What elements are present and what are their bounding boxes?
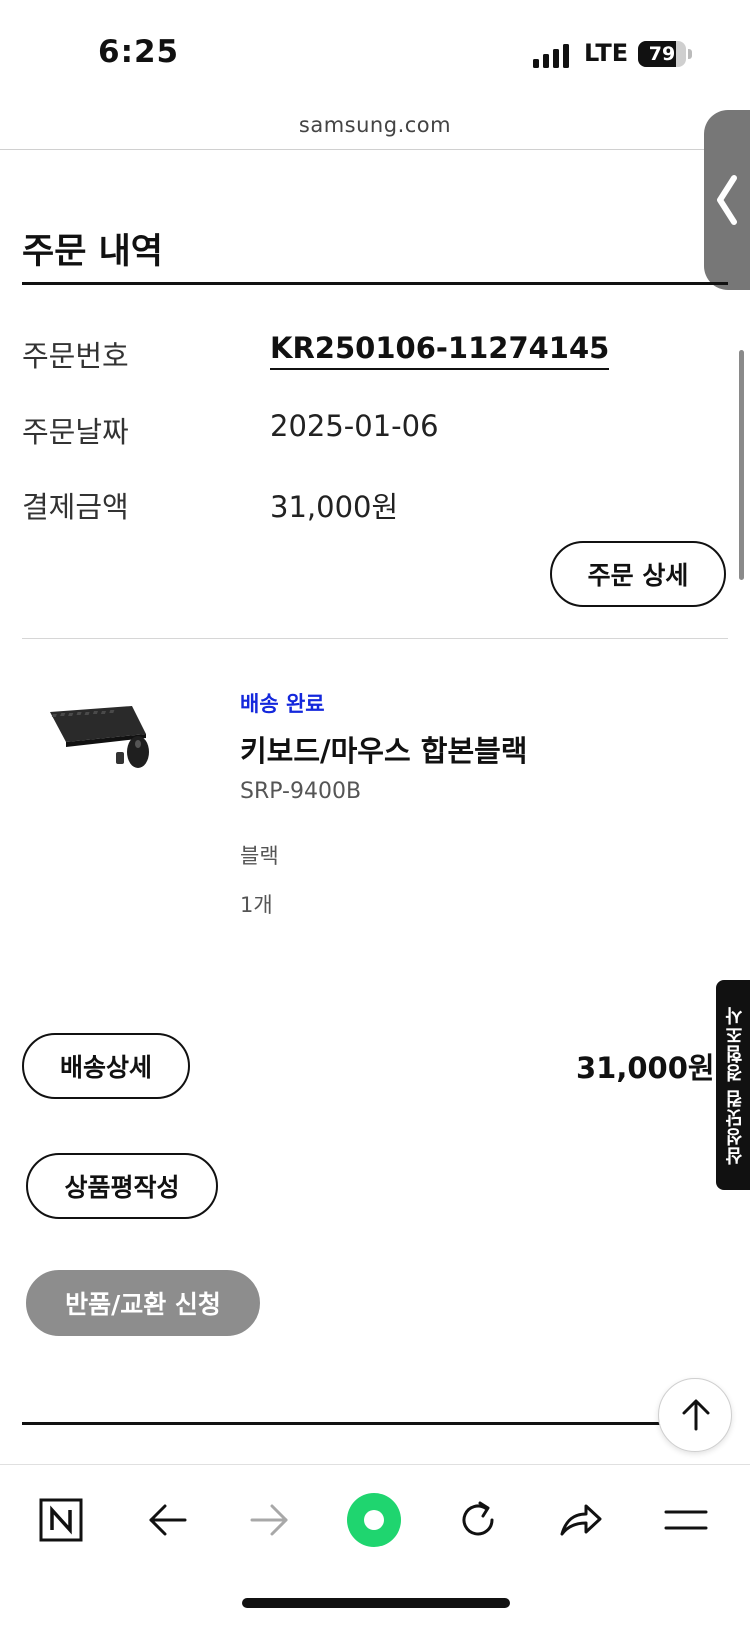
naver-home-button[interactable] [31, 1490, 91, 1550]
network-type: LTE [584, 39, 629, 67]
product-quantity: 1개 [240, 893, 273, 917]
refresh-button[interactable] [448, 1490, 508, 1550]
battery-nub [688, 49, 692, 59]
section-divider [22, 638, 728, 639]
green-dot-icon [347, 1493, 401, 1547]
naver-icon [39, 1498, 83, 1542]
menu-button[interactable] [656, 1490, 716, 1550]
page: 6:25 LTE 79 samsung.com 주문 내역 주문번호 KR250… [0, 0, 750, 1626]
order-date-label: 주문날짜 [22, 415, 129, 449]
battery-icon: 79 [638, 41, 686, 67]
menu-icon [664, 1510, 708, 1530]
order-date-value: 2025-01-06 [270, 409, 439, 443]
green-dot-button[interactable] [344, 1490, 404, 1550]
product-color: 블랙 [240, 844, 279, 868]
side-panel-handle[interactable] [704, 110, 750, 290]
home-indicator [242, 1598, 510, 1608]
scrollbar[interactable] [739, 350, 744, 580]
delivery-detail-button[interactable]: 배송상세 [22, 1033, 190, 1099]
signal-icon [533, 44, 571, 68]
bottom-divider [22, 1422, 682, 1425]
chevron-left-icon [717, 175, 737, 225]
battery-level: 79 [648, 43, 676, 65]
back-arrow-icon [149, 1504, 187, 1536]
back-button[interactable] [137, 1490, 197, 1550]
share-icon [560, 1504, 602, 1536]
payment-amount-label: 결제금액 [22, 490, 129, 524]
status-time: 6:25 [98, 34, 180, 70]
url-divider [0, 149, 750, 150]
survey-tab-label: 삼성닷컴 경험조사 [725, 1005, 746, 1165]
product-name[interactable]: 키보드/마우스 합본블랙 [240, 728, 528, 770]
page-title: 주문 내역 [22, 232, 163, 272]
refresh-icon [462, 1501, 494, 1536]
order-number-label: 주문번호 [22, 339, 129, 373]
payment-amount-value: 31,000원 [270, 490, 399, 524]
forward-button[interactable] [240, 1490, 300, 1550]
delivery-status-badge: 배송 완료 [240, 692, 325, 716]
scroll-top-button[interactable] [658, 1378, 732, 1452]
arrow-up-icon [682, 1399, 710, 1431]
address-bar[interactable]: samsung.com [0, 113, 750, 137]
return-exchange-button[interactable]: 반품/교환 신청 [26, 1270, 260, 1336]
write-review-button[interactable]: 상품평작성 [26, 1153, 218, 1219]
survey-tab[interactable]: 삼성닷컴 경험조사 [716, 980, 750, 1190]
product-model: SRP-9400B [240, 779, 362, 804]
order-detail-button[interactable]: 주문 상세 [550, 541, 726, 607]
product-price: 31,000원 [576, 1051, 715, 1085]
keyboard-mouse-image [50, 706, 149, 768]
title-divider [22, 282, 728, 285]
forward-arrow-icon [250, 1504, 288, 1536]
order-number-link[interactable]: KR250106-11274145 [270, 331, 610, 370]
share-button[interactable] [551, 1490, 611, 1550]
